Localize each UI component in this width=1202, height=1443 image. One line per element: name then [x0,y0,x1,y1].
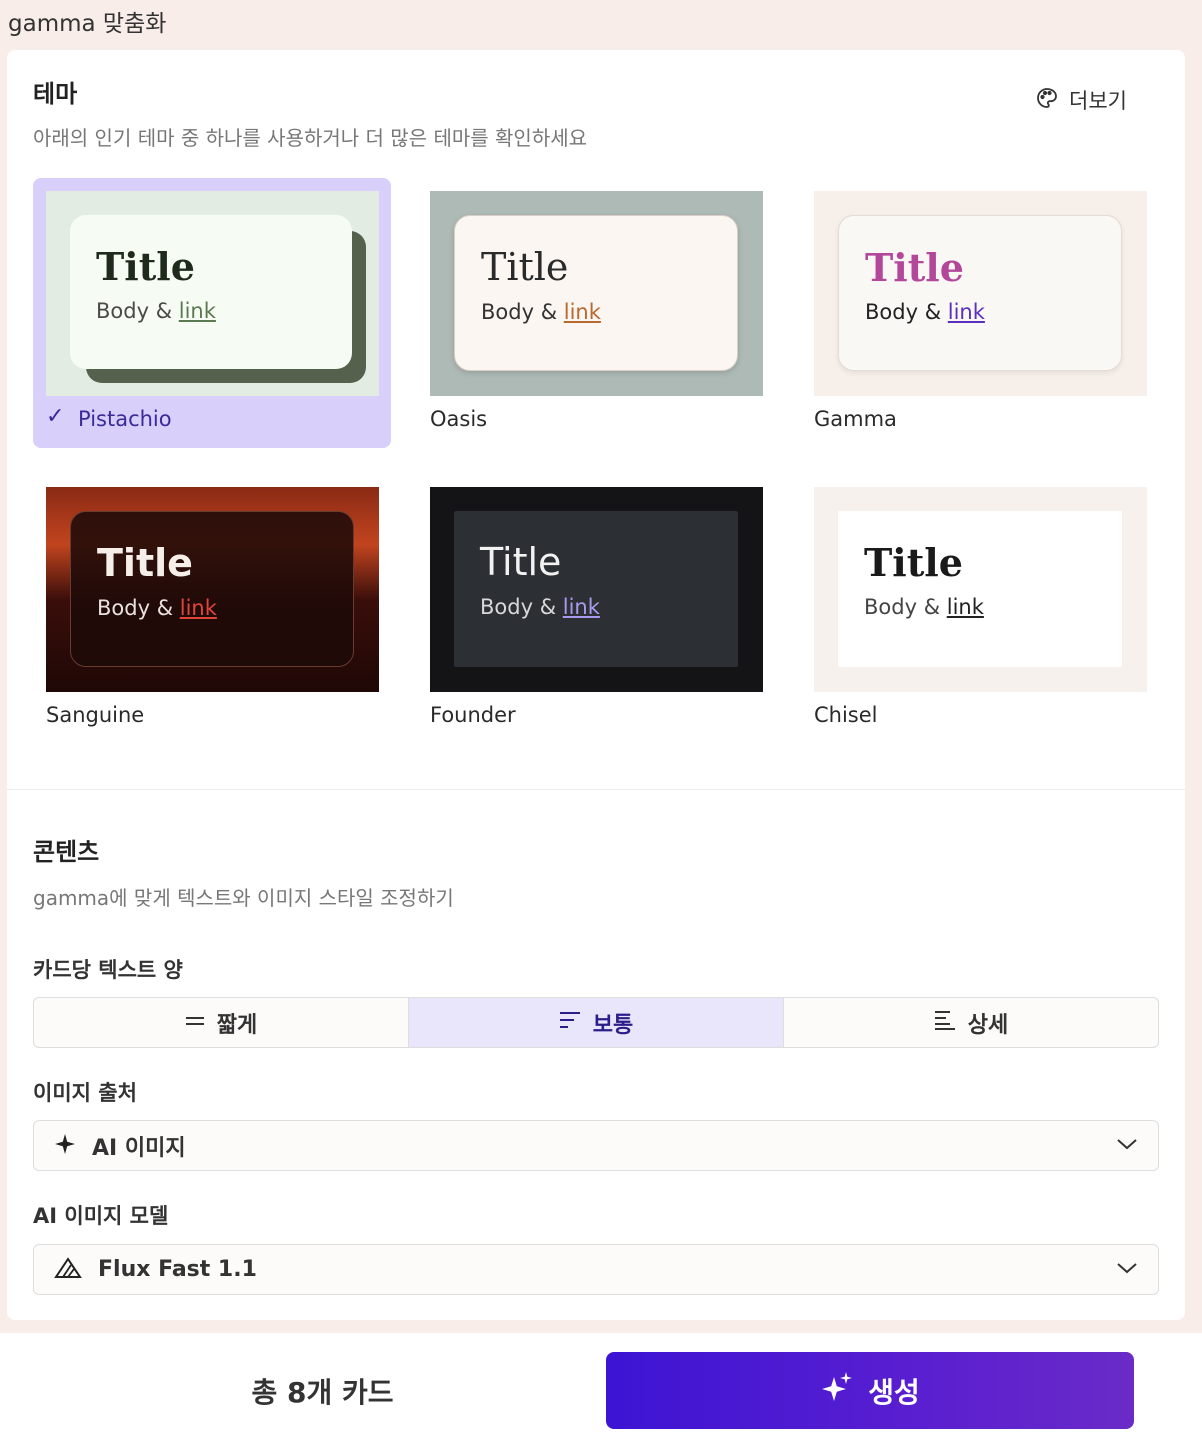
sparkles-icon [820,1371,854,1410]
image-model-select[interactable]: Flux Fast 1.1 [33,1244,1159,1295]
preview-title: Title [865,245,964,290]
image-source-label: 이미지 출처 [33,1081,137,1105]
theme-name-oasis: Oasis [430,407,488,431]
preview-link: link [562,594,600,619]
theme-card-oasis[interactable]: Title Body & link Oasis [417,178,775,448]
preview-link: link [179,595,217,620]
medium-lines-icon [559,1010,581,1036]
theme-card-chisel[interactable]: Title Body & link Chisel [801,474,1159,744]
preview-link: link [563,299,601,324]
customization-panel: 테마 아래의 인기 테마 중 하나를 사용하거나 더 많은 테마를 확인하세요 … [7,50,1185,1320]
generate-button[interactable]: 생성 [606,1352,1134,1429]
theme-preview-founder: Title Body & link [430,487,763,692]
preview-body: Body & [865,299,948,324]
bottom-bar: 총 8개 카드 생성 [0,1333,1202,1443]
sparkle-icon [54,1133,76,1159]
preview-link: link [178,298,216,323]
preview-body: Body & [864,594,947,619]
preview-title: Title [96,244,195,289]
text-amount-label: 카드당 텍스트 양 [33,958,183,982]
section-divider [7,789,1185,790]
check-icon: ✓ [46,404,65,429]
short-lines-icon [185,1010,205,1035]
more-themes-label: 더보기 [1069,89,1127,113]
detailed-lines-icon [934,1009,956,1037]
text-amount-selector: 짧게 보통 상세 [33,997,1159,1048]
theme-card-founder[interactable]: Title Body & link Founder [417,474,775,744]
preview-link: link [947,299,985,324]
preview-title: Title [97,541,193,585]
theme-preview-gamma: Title Body & link [814,191,1147,396]
theme-preview-oasis: Title Body & link [430,191,763,396]
theme-name-sanguine: Sanguine [46,703,145,727]
text-amount-short[interactable]: 짧게 [34,998,409,1047]
preview-body: Body & [96,298,179,323]
theme-section-description: 아래의 인기 테마 중 하나를 사용하거나 더 많은 테마를 확인하세요 [33,126,588,150]
preview-title: Title [481,245,569,289]
card-count: 총 8개 카드 [251,1376,394,1409]
theme-section-title: 테마 [33,80,78,108]
image-model-label: AI 이미지 모델 [33,1204,169,1228]
theme-card-gamma[interactable]: Title Body & link Gamma [801,178,1159,448]
theme-name-pistachio: Pistachio [78,407,172,431]
chevron-down-icon [1116,1260,1138,1279]
page-title: gamma 맞춤화 [8,11,167,37]
theme-name-chisel: Chisel [814,703,878,727]
generate-label: 생성 [868,1375,920,1409]
theme-card-sanguine[interactable]: Title Body & link Sanguine [33,474,391,744]
preview-link: link [946,594,984,619]
text-amount-medium-label: 보통 [592,1012,634,1038]
text-amount-medium[interactable]: 보통 [409,998,784,1047]
content-section-title: 콘텐츠 [33,838,100,866]
more-themes-button[interactable]: 더보기 [1035,86,1127,114]
theme-name-founder: Founder [430,703,516,727]
preview-body: Body & [97,595,180,620]
theme-name-gamma: Gamma [814,407,897,431]
preview-body: Body & [481,299,564,324]
image-source-value: AI 이미지 [92,1135,186,1161]
theme-preview-chisel: Title Body & link [814,487,1147,692]
chevron-down-icon [1116,1136,1138,1155]
text-amount-detailed-label: 상세 [967,1012,1009,1038]
preview-title: Title [480,540,562,584]
theme-preview-pistachio: Title Body & link [46,191,379,396]
flux-logo-icon [54,1256,82,1283]
theme-preview-sanguine: Title Body & link [46,487,379,692]
content-section-description: gamma에 맞게 텍스트와 이미지 스타일 조정하기 [33,886,454,910]
palette-icon [1035,86,1059,115]
text-amount-detailed[interactable]: 상세 [784,998,1158,1047]
image-model-value: Flux Fast 1.1 [98,1257,257,1282]
text-amount-short-label: 짧게 [216,1012,258,1038]
image-source-select[interactable]: AI 이미지 [33,1120,1159,1171]
preview-body: Body & [480,594,563,619]
preview-title: Title [864,540,963,585]
theme-card-pistachio[interactable]: Title Body & link ✓ Pistachio [33,178,391,448]
